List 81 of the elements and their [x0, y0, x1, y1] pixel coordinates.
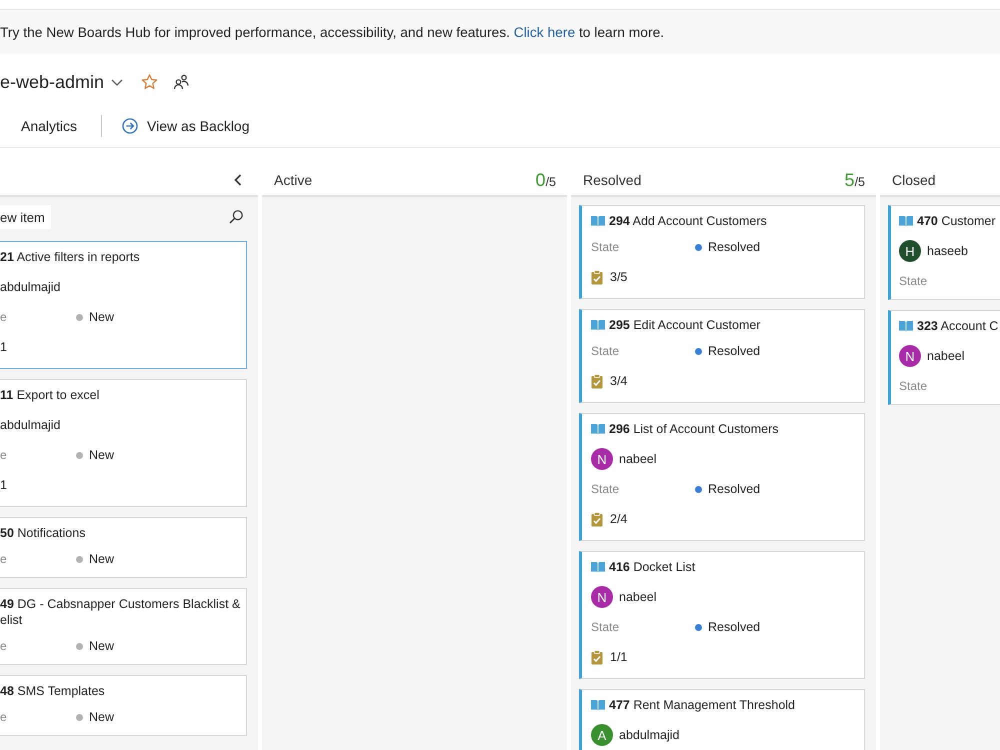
task-count: 1 — [0, 478, 7, 492]
field-label: e — [0, 710, 8, 724]
star-icon[interactable] — [141, 74, 158, 90]
work-item-card[interactable]: 11 Export to excel abdulmajid e New 1 — [0, 379, 247, 507]
tab[interactable]: Analytics — [9, 104, 90, 147]
column-title: Active — [274, 172, 312, 188]
work-item-title: 294 Add Account Customers — [609, 213, 767, 229]
view-as-backlog-link[interactable]: View as Backlog — [114, 104, 258, 147]
task-count: 3/5 — [610, 270, 628, 284]
work-item-title: 48 SMS Templates — [0, 683, 105, 699]
column-limit: /5 — [854, 174, 865, 188]
field-label: State — [591, 482, 620, 496]
work-item-card[interactable]: 477 Rent Management Threshold A abdulmajid — [579, 689, 865, 750]
assignee-name: abdulmajid — [0, 418, 60, 432]
field-label: e — [0, 448, 8, 462]
work-item-card[interactable]: 296 List of Account Customers N nabeel State Resolved 2/4 — [579, 413, 865, 541]
column-limit: /5 — [546, 174, 556, 188]
assignee-name: haseeb — [927, 244, 968, 258]
state-value: Resolved — [708, 620, 760, 634]
task-count: 3/4 — [610, 374, 628, 388]
search-icon[interactable] — [229, 210, 243, 224]
state-value: New — [89, 639, 114, 653]
work-item-title: 295 Edit Account Customer — [609, 317, 760, 333]
state-value: New — [89, 552, 114, 566]
work-item-card[interactable]: 50 Notifications e New — [0, 517, 247, 578]
work-item-title: 477 Rent Management Threshold — [609, 697, 796, 713]
column-title: Resolved — [583, 172, 642, 188]
field-label: State — [899, 274, 928, 288]
banner-message: Try the New Boards Hub for improved performance, accessibility, and new features. Click here to learn more. — [0, 24, 664, 40]
state-value: New — [89, 710, 114, 724]
work-item-card[interactable]: 295 Edit Account Customer State Resolved 3/4 — [579, 309, 865, 403]
state-value: New — [89, 310, 114, 324]
field-label: State — [591, 344, 620, 358]
work-item-card[interactable]: 49 DG - Cabsnapper Customers Blacklist & elist e New — [0, 588, 247, 665]
field-label: e — [0, 639, 8, 653]
chevron-left-icon[interactable] — [234, 174, 242, 186]
user-avatar: H — [899, 240, 921, 262]
work-item-title: 11 Export to excel — [0, 387, 100, 403]
user-avatar: N — [899, 345, 921, 367]
work-item-card[interactable]: 294 Add Account Customers State Resolved 3/5 — [579, 205, 865, 299]
assignee-name: abdulmajid — [619, 728, 680, 742]
task-count: 1/1 — [610, 650, 628, 664]
assignee-name: abdulmajid — [0, 280, 60, 294]
task-count: 1 — [0, 340, 7, 354]
work-item-card[interactable]: 416 Docket List N nabeel State Resolved 1/1 — [579, 551, 865, 679]
people-icon[interactable] — [173, 74, 190, 90]
work-item-title: 296 List of Account Customers — [609, 421, 779, 437]
work-item-title: 49 DG - Cabsnapper Customers Blacklist & elist — [0, 596, 240, 628]
field-label: State — [591, 240, 620, 254]
column-title: Closed — [892, 172, 936, 188]
column-count: 0 — [536, 170, 546, 190]
arrow-circle-icon — [122, 118, 138, 134]
work-item-title: 470 Customer — [917, 213, 996, 229]
field-label: State — [899, 379, 928, 393]
work-item-title: 416 Docket List — [609, 559, 696, 575]
user-avatar: N — [591, 586, 613, 608]
work-item-card[interactable]: 48 SMS Templates e New — [0, 675, 247, 736]
state-value: Resolved — [708, 240, 760, 254]
project-title: e-web-admin — [0, 72, 104, 92]
assignee-name: nabeel — [619, 452, 657, 466]
banner-link[interactable]: Click here — [514, 24, 576, 40]
assignee-name: nabeel — [619, 590, 657, 604]
user-avatar: N — [591, 448, 613, 470]
field-label: State — [591, 620, 620, 634]
work-item-card[interactable]: 21 Active filters in reports abdulmajid e New 1 — [0, 241, 247, 369]
state-value: Resolved — [708, 482, 760, 496]
user-avatar: A — [591, 724, 613, 746]
work-item-title: 50 Notifications — [0, 525, 86, 541]
chevron-down-icon[interactable] — [111, 78, 124, 86]
work-item-card[interactable]: 470 Customer H haseeb State — [888, 205, 1000, 300]
column-count: 5 — [844, 170, 855, 190]
new-item-button[interactable]: ew item — [0, 205, 51, 229]
assignee-name: nabeel — [927, 349, 965, 363]
work-item-title: 21 Active filters in reports — [0, 249, 140, 265]
field-label: e — [0, 310, 8, 324]
work-item-title: 323 Account C — [917, 318, 998, 334]
work-item-card[interactable]: 323 Account C N nabeel State — [888, 310, 1000, 405]
field-label: e — [0, 552, 8, 566]
state-value: New — [89, 448, 114, 462]
task-count: 2/4 — [610, 512, 628, 526]
state-value: Resolved — [708, 344, 760, 358]
